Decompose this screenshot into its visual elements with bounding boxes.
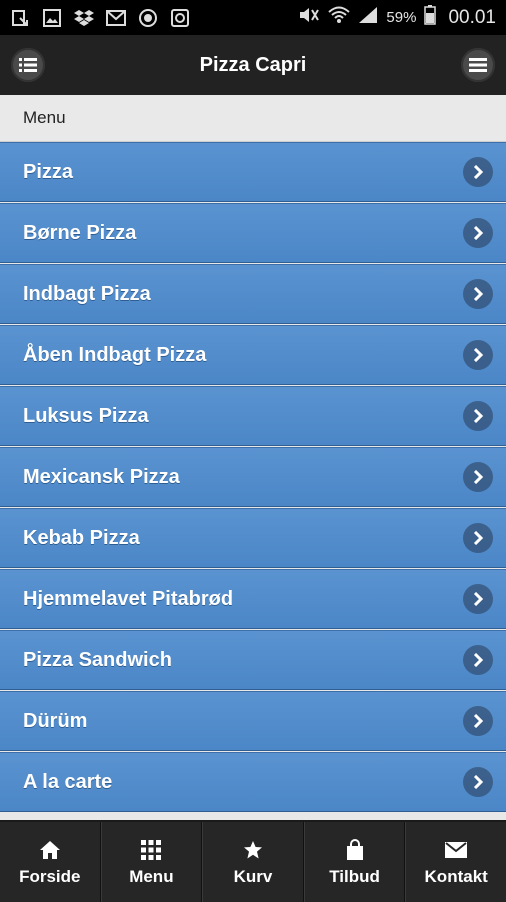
list-item-label: Dürüm xyxy=(23,709,88,732)
tab-tilbud[interactable]: Tilbud xyxy=(303,822,406,902)
list-item-label: Kebab Pizza xyxy=(23,526,140,549)
list-item-label: Hjemmelavet Pitabrød xyxy=(23,587,234,610)
signal-icon xyxy=(358,6,378,29)
tab-label: Forside xyxy=(19,866,81,886)
photo-app-icon xyxy=(170,8,190,28)
tab-kurv[interactable]: Kurv xyxy=(202,822,304,902)
list-item[interactable]: Åben Indbagt Pizza xyxy=(0,325,506,385)
list-item[interactable]: Kebab Pizza xyxy=(0,508,506,568)
list-icon xyxy=(19,58,37,72)
tab-label: Menu xyxy=(129,866,174,886)
list-item-label: Pizza xyxy=(23,160,74,183)
mute-icon xyxy=(298,6,320,29)
list-item[interactable]: Dürüm xyxy=(0,691,506,751)
tab-label: Kontakt xyxy=(424,866,488,886)
home-icon xyxy=(39,838,61,862)
section-header: Menu xyxy=(0,95,506,142)
chevron-right-icon xyxy=(463,462,493,492)
list-item[interactable]: Pizza xyxy=(0,142,506,202)
list-item-label: Mexicansk Pizza xyxy=(23,465,180,488)
chevron-right-icon xyxy=(463,157,493,187)
chevron-right-icon xyxy=(463,706,493,736)
chevron-right-icon xyxy=(463,645,493,675)
list-item[interactable]: Børne Pizza xyxy=(0,203,506,263)
image-notification-icon xyxy=(42,8,62,28)
list-item[interactable]: Mexicansk Pizza xyxy=(0,447,506,507)
gmail-icon xyxy=(106,8,126,28)
hamburger-menu-button[interactable] xyxy=(461,48,495,82)
list-item[interactable]: Hjemmelavet Pitabrød xyxy=(0,569,506,629)
chevron-right-icon xyxy=(463,767,493,797)
list-item-label: A la carte xyxy=(23,770,113,793)
chevron-right-icon xyxy=(463,340,493,370)
list-item[interactable]: Luksus Pizza xyxy=(0,386,506,446)
tab-label: Kurv xyxy=(233,866,273,886)
bag-icon xyxy=(346,838,364,862)
list-item-label: Pizza Sandwich xyxy=(23,648,172,671)
menu-list: Pizza Børne Pizza Indbagt Pizza Åben Ind… xyxy=(0,142,506,812)
list-item[interactable]: Indbagt Pizza xyxy=(0,264,506,324)
section-title: Menu xyxy=(23,108,66,127)
list-item[interactable]: Pizza Sandwich xyxy=(0,630,506,690)
hamburger-icon xyxy=(469,58,487,72)
battery-icon xyxy=(424,5,437,30)
list-menu-button[interactable] xyxy=(11,48,45,82)
app-header: Pizza Capri xyxy=(0,35,506,95)
chevron-right-icon xyxy=(463,523,493,553)
sync-notification-icon xyxy=(138,8,158,28)
star-icon xyxy=(243,838,263,862)
page-title: Pizza Capri xyxy=(199,53,307,76)
list-item-label: Indbagt Pizza xyxy=(23,282,151,305)
bottom-tab-bar: Forside Menu Kurv Tilbud Kontakt xyxy=(0,820,506,902)
list-item-label: Luksus Pizza xyxy=(23,404,149,427)
chevron-right-icon xyxy=(463,584,493,614)
tab-forside[interactable]: Forside xyxy=(0,822,101,902)
status-bar: 59% 00.01 xyxy=(0,0,506,35)
dropbox-icon xyxy=(74,8,94,28)
list-item-label: Åben Indbagt Pizza xyxy=(23,343,207,366)
list-item[interactable]: A la carte xyxy=(0,752,506,812)
chevron-right-icon xyxy=(463,218,493,248)
clock: 00.01 xyxy=(448,6,496,28)
mail-icon xyxy=(445,838,468,862)
tab-kontakt[interactable]: Kontakt xyxy=(405,822,506,902)
chevron-right-icon xyxy=(463,279,493,309)
tab-menu[interactable]: Menu xyxy=(100,822,203,902)
download-notification-icon xyxy=(10,8,30,28)
wifi-icon xyxy=(328,6,351,29)
battery-percent: 59% xyxy=(386,9,417,26)
grid-icon xyxy=(141,838,162,862)
list-item-label: Børne Pizza xyxy=(23,221,137,244)
chevron-right-icon xyxy=(463,401,493,431)
tab-label: Tilbud xyxy=(329,866,380,886)
